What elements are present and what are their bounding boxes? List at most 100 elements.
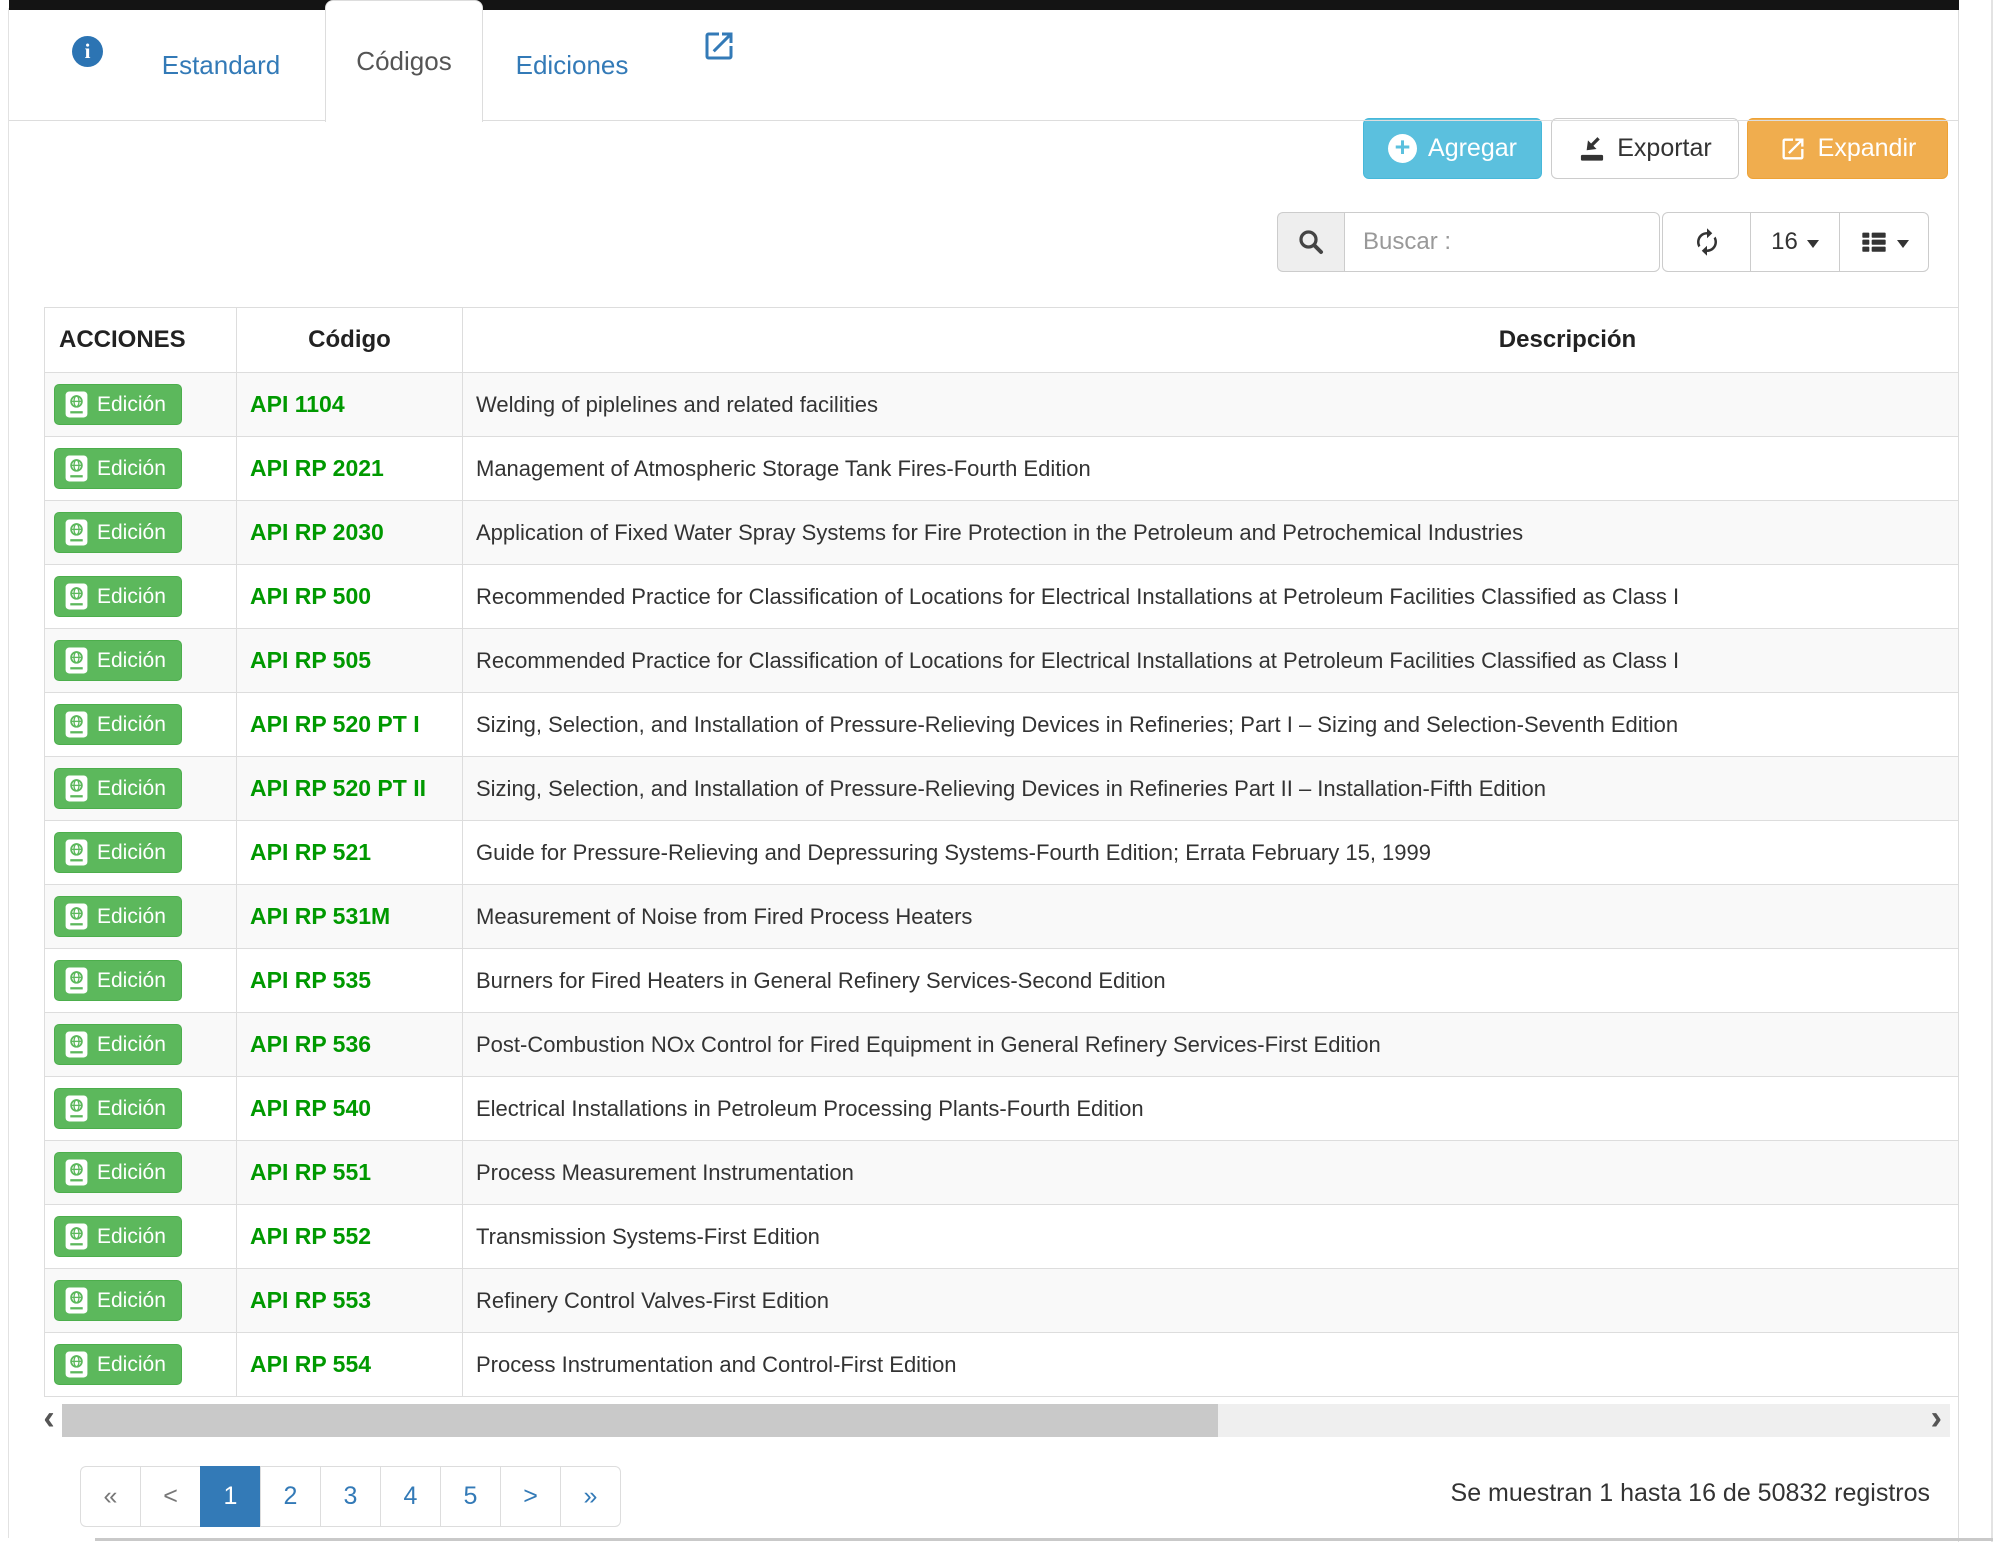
info-icon-letter: i: [85, 39, 91, 64]
search-icon[interactable]: [1277, 212, 1344, 272]
pagination-item-1[interactable]: 1: [200, 1466, 261, 1527]
browser-horizontal-scrollbar[interactable]: [95, 1538, 1993, 1541]
codes-table: ACCIONES Código Descripción Edición: [44, 307, 1958, 1397]
refresh-button[interactable]: [1662, 212, 1751, 272]
passport-icon: [65, 839, 88, 866]
tab-codigos[interactable]: Códigos: [325, 0, 483, 122]
edicion-label: Edición: [97, 585, 166, 609]
agregar-button[interactable]: + Agregar: [1363, 118, 1542, 179]
passport-icon: [65, 711, 88, 738]
pagination-item-«[interactable]: «: [80, 1466, 141, 1527]
table-row: Edición API RP 553 Refinery Control Valv…: [45, 1269, 1959, 1333]
code-cell: API RP 553: [237, 1269, 463, 1333]
description-cell: Welding of piplelines and related facili…: [463, 373, 1959, 437]
scroll-left-icon[interactable]: ‹: [36, 1402, 62, 1435]
actions-cell: Edición: [45, 373, 237, 437]
edicion-button[interactable]: Edición: [54, 384, 182, 425]
external-link-icon[interactable]: [701, 28, 737, 64]
exportar-button[interactable]: Exportar: [1551, 118, 1739, 179]
table-row: Edición API RP 520 PT I Sizing, Selectio…: [45, 693, 1959, 757]
code-cell: API RP 2021: [237, 437, 463, 501]
edicion-label: Edición: [97, 841, 166, 865]
pagination-item-»[interactable]: »: [560, 1466, 621, 1527]
table-horizontal-scrollbar[interactable]: ‹ ›: [36, 1404, 1950, 1437]
description-cell: Refinery Control Valves-First Edition: [463, 1269, 1959, 1333]
actions-cell: Edición: [45, 501, 237, 565]
panel-right-border: [1958, 0, 1959, 1542]
actions-cell: Edición: [45, 629, 237, 693]
table-row: Edición API RP 540 Electrical Installati…: [45, 1077, 1959, 1141]
edicion-button[interactable]: Edición: [54, 960, 182, 1001]
table-row: Edición API 1104 Welding of piplelines a…: [45, 373, 1959, 437]
table-controls: 16: [1662, 212, 1929, 272]
actions-cell: Edición: [45, 1269, 237, 1333]
table-row: Edición API RP 2030 Application of Fixed…: [45, 501, 1959, 565]
pagination-item-3[interactable]: 3: [320, 1466, 381, 1527]
scrollbar-thumb[interactable]: [62, 1404, 1218, 1437]
pagination: «<12345>»: [80, 1466, 621, 1527]
edicion-button[interactable]: Edición: [54, 1024, 182, 1065]
export-icon: [1578, 135, 1606, 163]
edicion-button[interactable]: Edición: [54, 1280, 182, 1321]
page-size-dropdown[interactable]: 16: [1751, 212, 1840, 272]
edicion-label: Edición: [97, 1353, 166, 1377]
edicion-label: Edición: [97, 521, 166, 545]
expand-external-icon: [1779, 135, 1807, 163]
edicion-button[interactable]: Edición: [54, 1216, 182, 1257]
edicion-button[interactable]: Edición: [54, 832, 182, 873]
edicion-button[interactable]: Edición: [54, 896, 182, 937]
description-cell: Transmission Systems-First Edition: [463, 1205, 1959, 1269]
pagination-item-4[interactable]: 4: [380, 1466, 441, 1527]
edicion-label: Edición: [97, 649, 166, 673]
columns-dropdown[interactable]: [1840, 212, 1929, 272]
passport-icon: [65, 455, 88, 482]
scroll-right-icon[interactable]: ›: [1931, 1402, 1942, 1435]
description-cell: Sizing, Selection, and Installation of P…: [463, 757, 1959, 821]
pagination-item-5[interactable]: 5: [440, 1466, 501, 1527]
table-row: Edición API RP 500 Recommended Practice …: [45, 565, 1959, 629]
edicion-button[interactable]: Edición: [54, 1152, 182, 1193]
edicion-button[interactable]: Edición: [54, 576, 182, 617]
agregar-label: Agregar: [1428, 134, 1517, 163]
description-cell: Process Measurement Instrumentation: [463, 1141, 1959, 1205]
edicion-button[interactable]: Edición: [54, 704, 182, 745]
code-cell: API RP 535: [237, 949, 463, 1013]
column-header-acciones: ACCIONES: [45, 308, 237, 373]
edicion-button[interactable]: Edición: [54, 1344, 182, 1385]
description-cell: Recommended Practice for Classification …: [463, 629, 1959, 693]
table-row: Edición API RP 554 Process Instrumentati…: [45, 1333, 1959, 1397]
passport-icon: [65, 647, 88, 674]
column-header-descripcion: Descripción: [463, 308, 1959, 373]
edicion-label: Edición: [97, 1097, 166, 1121]
pagination-item->[interactable]: >: [500, 1466, 561, 1527]
tab-ediciones[interactable]: Ediciones: [487, 10, 657, 120]
code-cell: API RP 531M: [237, 885, 463, 949]
code-cell: API RP 500: [237, 565, 463, 629]
table-row: Edición API RP 552 Transmission Systems-…: [45, 1205, 1959, 1269]
info-icon[interactable]: i: [72, 36, 103, 67]
passport-icon: [65, 519, 88, 546]
table-row: Edición API RP 536 Post-Combustion NOx C…: [45, 1013, 1959, 1077]
actions-cell: Edición: [45, 1205, 237, 1269]
pagination-item-<[interactable]: <: [140, 1466, 201, 1527]
edicion-button[interactable]: Edición: [54, 512, 182, 553]
edicion-label: Edición: [97, 1161, 166, 1185]
passport-icon: [65, 583, 88, 610]
browser-vertical-scrollbar[interactable]: [1991, 0, 1993, 1542]
edicion-button[interactable]: Edición: [54, 768, 182, 809]
search-input[interactable]: [1344, 212, 1660, 272]
passport-icon: [65, 1223, 88, 1250]
edicion-label: Edición: [97, 777, 166, 801]
description-cell: Management of Atmospheric Storage Tank F…: [463, 437, 1959, 501]
tab-estandard[interactable]: Estandard: [121, 10, 321, 120]
edicion-button[interactable]: Edición: [54, 1088, 182, 1129]
description-cell: Measurement of Noise from Fired Process …: [463, 885, 1959, 949]
pagination-item-2[interactable]: 2: [260, 1466, 321, 1527]
plus-circle-icon: +: [1388, 134, 1417, 163]
passport-icon: [65, 903, 88, 930]
passport-icon: [65, 967, 88, 994]
edicion-label: Edición: [97, 969, 166, 993]
expandir-button[interactable]: Expandir: [1747, 118, 1948, 179]
edicion-button[interactable]: Edición: [54, 448, 182, 489]
edicion-button[interactable]: Edición: [54, 640, 182, 681]
